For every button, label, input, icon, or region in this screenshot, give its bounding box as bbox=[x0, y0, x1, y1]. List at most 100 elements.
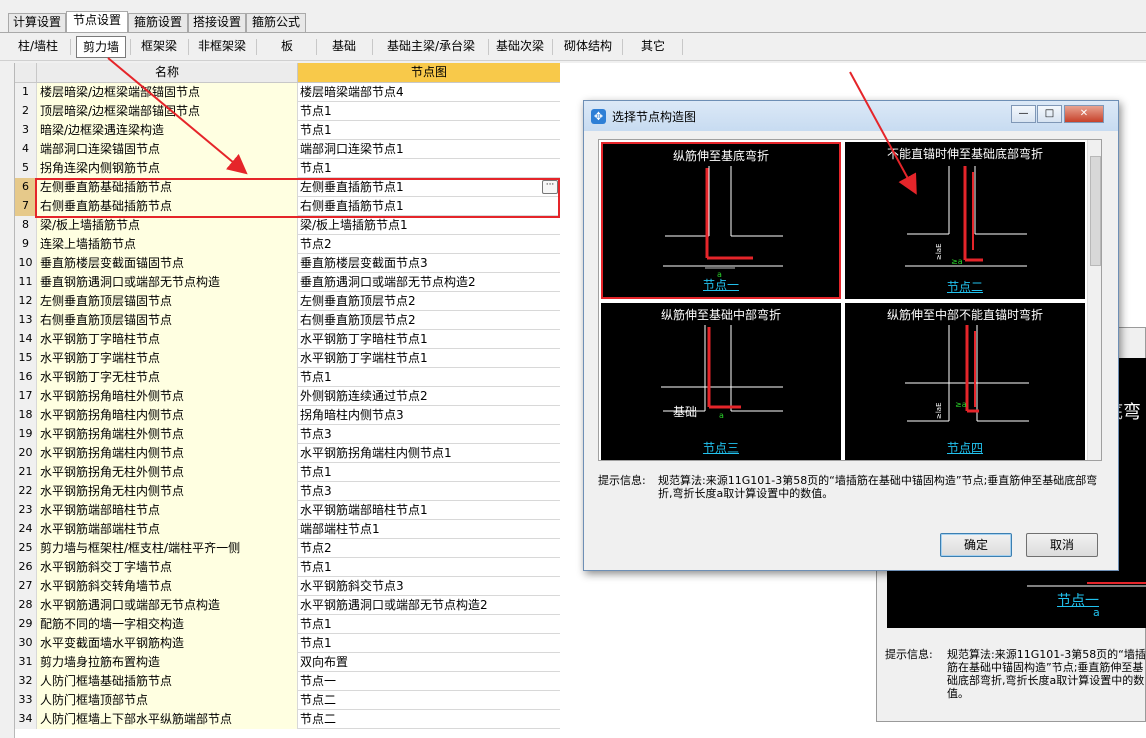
cancel-button[interactable]: 取消 bbox=[1026, 533, 1098, 557]
row-node-diagram[interactable]: 节点1 bbox=[298, 558, 560, 577]
row-node-diagram[interactable]: 节点3 bbox=[298, 425, 560, 444]
table-row[interactable]: 25 剪力墙与框架柱/框支柱/端柱平齐一侧 节点2 bbox=[15, 539, 560, 558]
subtab-slab[interactable]: 板 bbox=[262, 36, 312, 58]
row-node-diagram[interactable]: 楼层暗梁端部节点4 bbox=[298, 83, 560, 102]
table-row[interactable]: 26 水平钢筋斜交丁字墙节点 节点1 bbox=[15, 558, 560, 577]
close-button[interactable]: ✕ bbox=[1064, 105, 1104, 123]
row-node-diagram[interactable]: 外侧钢筋连续通过节点2 bbox=[298, 387, 560, 406]
maximize-button[interactable]: □ bbox=[1037, 105, 1062, 123]
subtab-frame-beam[interactable]: 框架梁 bbox=[134, 36, 184, 58]
row-number: 22 bbox=[15, 482, 37, 501]
subtab-column[interactable]: 柱/墙柱 bbox=[10, 36, 66, 58]
table-row[interactable]: 22 水平钢筋拐角无柱内侧节点 节点3 bbox=[15, 482, 560, 501]
ok-button[interactable]: 确定 bbox=[940, 533, 1012, 557]
tab-stirrup-formula[interactable]: 箍筋公式 bbox=[246, 13, 306, 32]
minimize-button[interactable]: — bbox=[1011, 105, 1036, 123]
node-thumb-3-label[interactable]: 节点三 bbox=[601, 439, 841, 456]
tab-lap-settings[interactable]: 搭接设置 bbox=[188, 13, 246, 32]
gallery-scrollbar[interactable] bbox=[1087, 140, 1101, 460]
node-thumb-1[interactable]: a 纵筋伸至基底弯折 节点一 bbox=[601, 142, 841, 299]
row-node-diagram[interactable]: 梁/板上墙插筋节点1 bbox=[298, 216, 560, 235]
bg-node-label[interactable]: 节点一 bbox=[1057, 590, 1099, 610]
tab-calc-settings[interactable]: 计算设置 bbox=[8, 13, 66, 32]
subtab-nonframe-beam[interactable]: 非框架梁 bbox=[192, 36, 252, 58]
node-thumb-3[interactable]: a 纵筋伸至基础中部弯折 基础 节点三 bbox=[601, 303, 841, 460]
table-row[interactable]: 1 楼层暗梁/边框梁端部锚固节点 楼层暗梁端部节点4 bbox=[15, 83, 560, 102]
tab-stirrup-settings[interactable]: 箍筋设置 bbox=[128, 13, 188, 32]
row-node-diagram[interactable]: 右侧垂直筋顶层节点2 bbox=[298, 311, 560, 330]
row-node-diagram[interactable]: 水平钢筋端部暗柱节点1 bbox=[298, 501, 560, 520]
table-row[interactable]: 27 水平钢筋斜交转角墙节点 水平钢筋斜交节点3 bbox=[15, 577, 560, 596]
table-row[interactable]: 29 配筋不同的墙一字相交构造 节点1 bbox=[15, 615, 560, 634]
table-row[interactable]: 30 水平变截面墙水平钢筋构造 节点1 bbox=[15, 634, 560, 653]
node-thumb-2-label[interactable]: 节点二 bbox=[845, 278, 1085, 295]
row-number: 7 bbox=[15, 197, 37, 216]
row-node-diagram[interactable]: 左侧垂直筋顶层节点2 bbox=[298, 292, 560, 311]
table-row[interactable]: 8 梁/板上墙插筋节点 梁/板上墙插筋节点1 bbox=[15, 216, 560, 235]
table-row[interactable]: 18 水平钢筋拐角暗柱内侧节点 拐角暗柱内侧节点3 bbox=[15, 406, 560, 425]
table-row[interactable]: 15 水平钢筋丁字端柱节点 水平钢筋丁字端柱节点1 bbox=[15, 349, 560, 368]
table-row[interactable]: 12 左侧垂直筋顶层锚固节点 左侧垂直筋顶层节点2 bbox=[15, 292, 560, 311]
table-row[interactable]: 9 连梁上墙插筋节点 节点2 bbox=[15, 235, 560, 254]
row-node-diagram[interactable]: 节点1 bbox=[298, 463, 560, 482]
table-row[interactable]: 16 水平钢筋丁字无柱节点 节点1 bbox=[15, 368, 560, 387]
tab-node-settings[interactable]: 节点设置 bbox=[66, 11, 128, 33]
subtab-foundation[interactable]: 基础 bbox=[320, 36, 368, 58]
row-node-diagram[interactable]: 水平钢筋丁字端柱节点1 bbox=[298, 349, 560, 368]
row-node-diagram[interactable]: 节点1 bbox=[298, 615, 560, 634]
row-node-diagram[interactable]: 水平钢筋丁字暗柱节点1 bbox=[298, 330, 560, 349]
row-node-diagram[interactable]: 双向布置 bbox=[298, 653, 560, 672]
row-node-diagram[interactable]: 节点1 bbox=[298, 634, 560, 653]
row-node-diagram[interactable]: 节点1 bbox=[298, 121, 560, 140]
row-node-diagram[interactable]: 水平钢筋遇洞口或端部无节点构造2 bbox=[298, 596, 560, 615]
row-node-diagram[interactable]: 节点3 bbox=[298, 482, 560, 501]
table-row[interactable]: 11 垂直钢筋遇洞口或端部无节点构造 垂直筋遇洞口或端部无节点构造2 bbox=[15, 273, 560, 292]
table-row[interactable]: 14 水平钢筋丁字暗柱节点 水平钢筋丁字暗柱节点1 bbox=[15, 330, 560, 349]
table-row[interactable]: 20 水平钢筋拐角端柱内侧节点 水平钢筋拐角端柱内侧节点1 bbox=[15, 444, 560, 463]
row-name: 剪力墙身拉筋布置构造 bbox=[37, 653, 298, 672]
subtab-foundation-secondary-beam[interactable]: 基础次梁 bbox=[492, 36, 548, 58]
table-row[interactable]: 2 顶层暗梁/边框梁端部锚固节点 节点1 bbox=[15, 102, 560, 121]
table-row[interactable]: 17 水平钢筋拐角暗柱外侧节点 外侧钢筋连续通过节点2 bbox=[15, 387, 560, 406]
table-row[interactable]: 19 水平钢筋拐角端柱外侧节点 节点3 bbox=[15, 425, 560, 444]
row-node-diagram[interactable]: 水平钢筋拐角端柱内侧节点1 bbox=[298, 444, 560, 463]
node-thumb-2[interactable]: ≥a ≥laE 不能直锚时伸至基础底部弯折 节点二 bbox=[845, 142, 1085, 299]
table-row[interactable]: 31 剪力墙身拉筋布置构造 双向布置 bbox=[15, 653, 560, 672]
gallery-scroll-thumb[interactable] bbox=[1090, 156, 1101, 266]
row-node-diagram[interactable]: 端部洞口连梁节点1 bbox=[298, 140, 560, 159]
table-row[interactable]: 4 端部洞口连梁锚固节点 端部洞口连梁节点1 bbox=[15, 140, 560, 159]
table-row[interactable]: 5 拐角连梁内侧钢筋节点 节点1 bbox=[15, 159, 560, 178]
row-node-diagram[interactable]: 垂直筋遇洞口或端部无节点构造2 bbox=[298, 273, 560, 292]
row-node-diagram[interactable]: 水平钢筋斜交节点3 bbox=[298, 577, 560, 596]
table-row[interactable]: 28 水平钢筋遇洞口或端部无节点构造 水平钢筋遇洞口或端部无节点构造2 bbox=[15, 596, 560, 615]
subtab-shear-wall[interactable]: 剪力墙 bbox=[76, 36, 126, 58]
table-row[interactable]: 24 水平钢筋端部端柱节点 端部端柱节点1 bbox=[15, 520, 560, 539]
table-row[interactable]: 33 人防门框墙顶部节点 节点二 bbox=[15, 691, 560, 710]
row-node-diagram[interactable]: 拐角暗柱内侧节点3 bbox=[298, 406, 560, 425]
row-node-diagram[interactable]: 节点2 bbox=[298, 235, 560, 254]
subtab-foundation-main-beam[interactable]: 基础主梁/承台梁 bbox=[378, 36, 484, 58]
row-node-diagram[interactable]: 节点1 bbox=[298, 102, 560, 121]
row-node-diagram[interactable]: 节点2 bbox=[298, 539, 560, 558]
table-row[interactable]: 13 右侧垂直筋顶层锚固节点 右侧垂直筋顶层节点2 bbox=[15, 311, 560, 330]
row-node-diagram[interactable]: 节点二 bbox=[298, 691, 560, 710]
row-node-diagram[interactable]: 节点二 bbox=[298, 710, 560, 729]
row-node-diagram[interactable]: 垂直筋楼层变截面节点3 bbox=[298, 254, 560, 273]
node-thumb-1-label[interactable]: 节点一 bbox=[603, 276, 839, 293]
table-row[interactable]: 32 人防门框墙基础插筋节点 节点一 bbox=[15, 672, 560, 691]
subtab-other[interactable]: 其它 bbox=[630, 36, 676, 58]
table-row[interactable]: 23 水平钢筋端部暗柱节点 水平钢筋端部暗柱节点1 bbox=[15, 501, 560, 520]
row-node-diagram[interactable]: 节点1 bbox=[298, 368, 560, 387]
row-node-diagram[interactable]: 节点1 bbox=[298, 159, 560, 178]
node-thumb-4-label[interactable]: 节点四 bbox=[845, 439, 1085, 456]
table-row[interactable]: 10 垂直筋楼层变截面锚固节点 垂直筋楼层变截面节点3 bbox=[15, 254, 560, 273]
row-node-diagram[interactable]: 节点一 bbox=[298, 672, 560, 691]
table-row[interactable]: 21 水平钢筋拐角无柱外侧节点 节点1 bbox=[15, 463, 560, 482]
node-thumb-4[interactable]: ≥a ≥laE 纵筋伸至中部不能直锚时弯折 节点四 bbox=[845, 303, 1085, 460]
table-row[interactable]: 3 暗梁/边框梁遇连梁构造 节点1 bbox=[15, 121, 560, 140]
subtab-masonry[interactable]: 砌体结构 bbox=[558, 36, 618, 58]
row-name: 水平钢筋拐角无柱外侧节点 bbox=[37, 463, 298, 482]
row-node-diagram[interactable]: 端部端柱节点1 bbox=[298, 520, 560, 539]
row-name: 端部洞口连梁锚固节点 bbox=[37, 140, 298, 159]
table-row[interactable]: 34 人防门框墙上下部水平纵筋端部节点 节点二 bbox=[15, 710, 560, 729]
